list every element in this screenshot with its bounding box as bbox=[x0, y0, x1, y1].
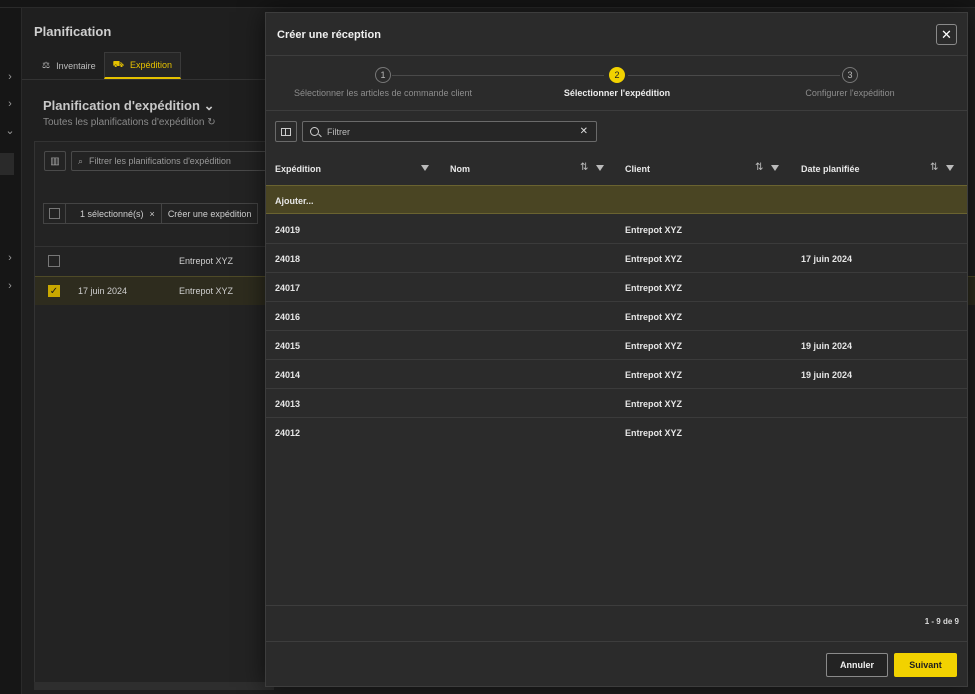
page-title: Planification bbox=[34, 24, 112, 39]
filter-icon[interactable] bbox=[596, 162, 604, 171]
refresh-icon[interactable]: ↻ bbox=[207, 117, 215, 128]
column-header-nom[interactable]: Nom bbox=[450, 164, 470, 174]
chevron-right-icon[interactable]: › bbox=[2, 251, 18, 265]
table-row[interactable]: 24015 Entrepot XYZ 19 juin 2024 bbox=[266, 331, 967, 360]
search-icon bbox=[310, 127, 319, 136]
select-all-checkbox[interactable] bbox=[44, 204, 66, 223]
sort-icon[interactable]: ⇅ bbox=[755, 162, 763, 173]
step-3[interactable]: 3 Configurer l'expédition bbox=[733, 67, 967, 98]
next-button[interactable]: Suivant bbox=[894, 653, 957, 677]
divider bbox=[266, 641, 967, 642]
columns-button[interactable]: ▥ bbox=[44, 151, 66, 171]
table-row[interactable]: 24019 Entrepot XYZ bbox=[266, 215, 967, 244]
dialog-header: Créer une réception ✕ bbox=[266, 13, 967, 56]
column-header-date-planifiee[interactable]: Date planifiée bbox=[801, 164, 860, 174]
truck-icon: ⛟ bbox=[112, 59, 124, 69]
chevron-right-icon[interactable]: › bbox=[2, 279, 18, 293]
table-row[interactable]: 24018 Entrepot XYZ 17 juin 2024 bbox=[266, 244, 967, 273]
table-row[interactable]: 24014 Entrepot XYZ 19 juin 2024 bbox=[266, 360, 967, 389]
filter-icon[interactable] bbox=[771, 162, 779, 171]
horizontal-scrollbar[interactable] bbox=[34, 682, 274, 690]
create-reception-dialog: Créer une réception ✕ 1 Sélectionner les… bbox=[265, 12, 968, 687]
top-bar bbox=[0, 0, 975, 8]
tab-label: Inventaire bbox=[56, 60, 96, 71]
selection-bar: 1 sélectionné(s) × Créer une expédition bbox=[43, 203, 259, 224]
pagination-info: 1 - 9 de 9 bbox=[924, 617, 959, 626]
column-header-expedition[interactable]: Expédition bbox=[275, 164, 321, 174]
clear-selection-icon[interactable]: × bbox=[150, 209, 155, 219]
selection-count: 1 sélectionné(s) × bbox=[66, 204, 162, 223]
close-icon: ✕ bbox=[941, 27, 952, 42]
close-button[interactable]: ✕ bbox=[936, 24, 957, 45]
sort-icon[interactable]: ⇅ bbox=[580, 162, 588, 173]
add-row[interactable]: Ajouter... bbox=[266, 185, 967, 214]
tab-expedition[interactable]: ⛟ Expédition bbox=[103, 52, 181, 79]
search-icon: ⌕ bbox=[78, 155, 84, 166]
column-header-client[interactable]: Client bbox=[625, 164, 650, 174]
filter-icon[interactable] bbox=[421, 162, 429, 171]
table-row[interactable]: 24017 Entrepot XYZ bbox=[266, 273, 967, 302]
step-2[interactable]: 2 Sélectionner l'expédition bbox=[500, 67, 734, 98]
schedule-filter-input[interactable]: ⌕ Filtrer les planifications d'expéditio… bbox=[71, 151, 267, 171]
chevron-right-icon[interactable]: › bbox=[2, 70, 18, 84]
step-1[interactable]: 1 Sélectionner les articles de commande … bbox=[266, 67, 500, 98]
sort-icon[interactable]: ⇅ bbox=[930, 162, 938, 173]
table-header: Expédition Nom ⇅ Client ⇅ Date planifiée… bbox=[266, 155, 967, 185]
columns-icon: ▥ bbox=[50, 155, 60, 167]
columns-icon bbox=[281, 127, 291, 136]
table-row[interactable]: 24016 Entrepot XYZ bbox=[266, 302, 967, 331]
table-row[interactable]: Entrepot XYZ bbox=[35, 246, 273, 275]
table-row[interactable]: 24013 Entrepot XYZ bbox=[266, 389, 967, 418]
dialog-title: Créer une réception bbox=[277, 29, 381, 41]
tab-bar: ⚖ Inventaire ⛟ Expédition bbox=[34, 52, 181, 79]
row-checkbox-checked[interactable]: ✓ bbox=[48, 285, 60, 297]
clear-icon[interactable]: ✕ bbox=[580, 126, 588, 137]
nav-selected-indicator bbox=[0, 153, 14, 175]
tab-inventaire[interactable]: ⚖ Inventaire bbox=[34, 52, 104, 79]
divider bbox=[266, 605, 967, 606]
row-checkbox[interactable] bbox=[48, 255, 60, 267]
columns-button[interactable] bbox=[275, 121, 297, 142]
section-caption: Toutes les planifications d'expédition ↻ bbox=[43, 117, 216, 128]
chevron-down-icon: ⌄ bbox=[203, 98, 215, 113]
stepper: 1 Sélectionner les articles de commande … bbox=[266, 57, 967, 111]
create-expedition-button[interactable]: Créer une expédition bbox=[162, 204, 258, 223]
chevron-down-icon[interactable]: ⌄ bbox=[2, 124, 18, 138]
boxes-icon: ⚖ bbox=[42, 60, 51, 70]
filter-icon[interactable] bbox=[946, 162, 954, 171]
filter-input[interactable]: Filtrer ✕ bbox=[302, 121, 597, 142]
cancel-button[interactable]: Annuler bbox=[826, 653, 888, 677]
tab-divider bbox=[22, 79, 272, 80]
section-title[interactable]: Planification d'expédition ⌄ bbox=[43, 98, 214, 114]
table-row[interactable]: 24012 Entrepot XYZ bbox=[266, 418, 967, 447]
tab-label: Expédition bbox=[129, 60, 172, 70]
left-nav: › › ⌄ › › bbox=[0, 8, 22, 694]
chevron-right-icon[interactable]: › bbox=[2, 97, 18, 111]
